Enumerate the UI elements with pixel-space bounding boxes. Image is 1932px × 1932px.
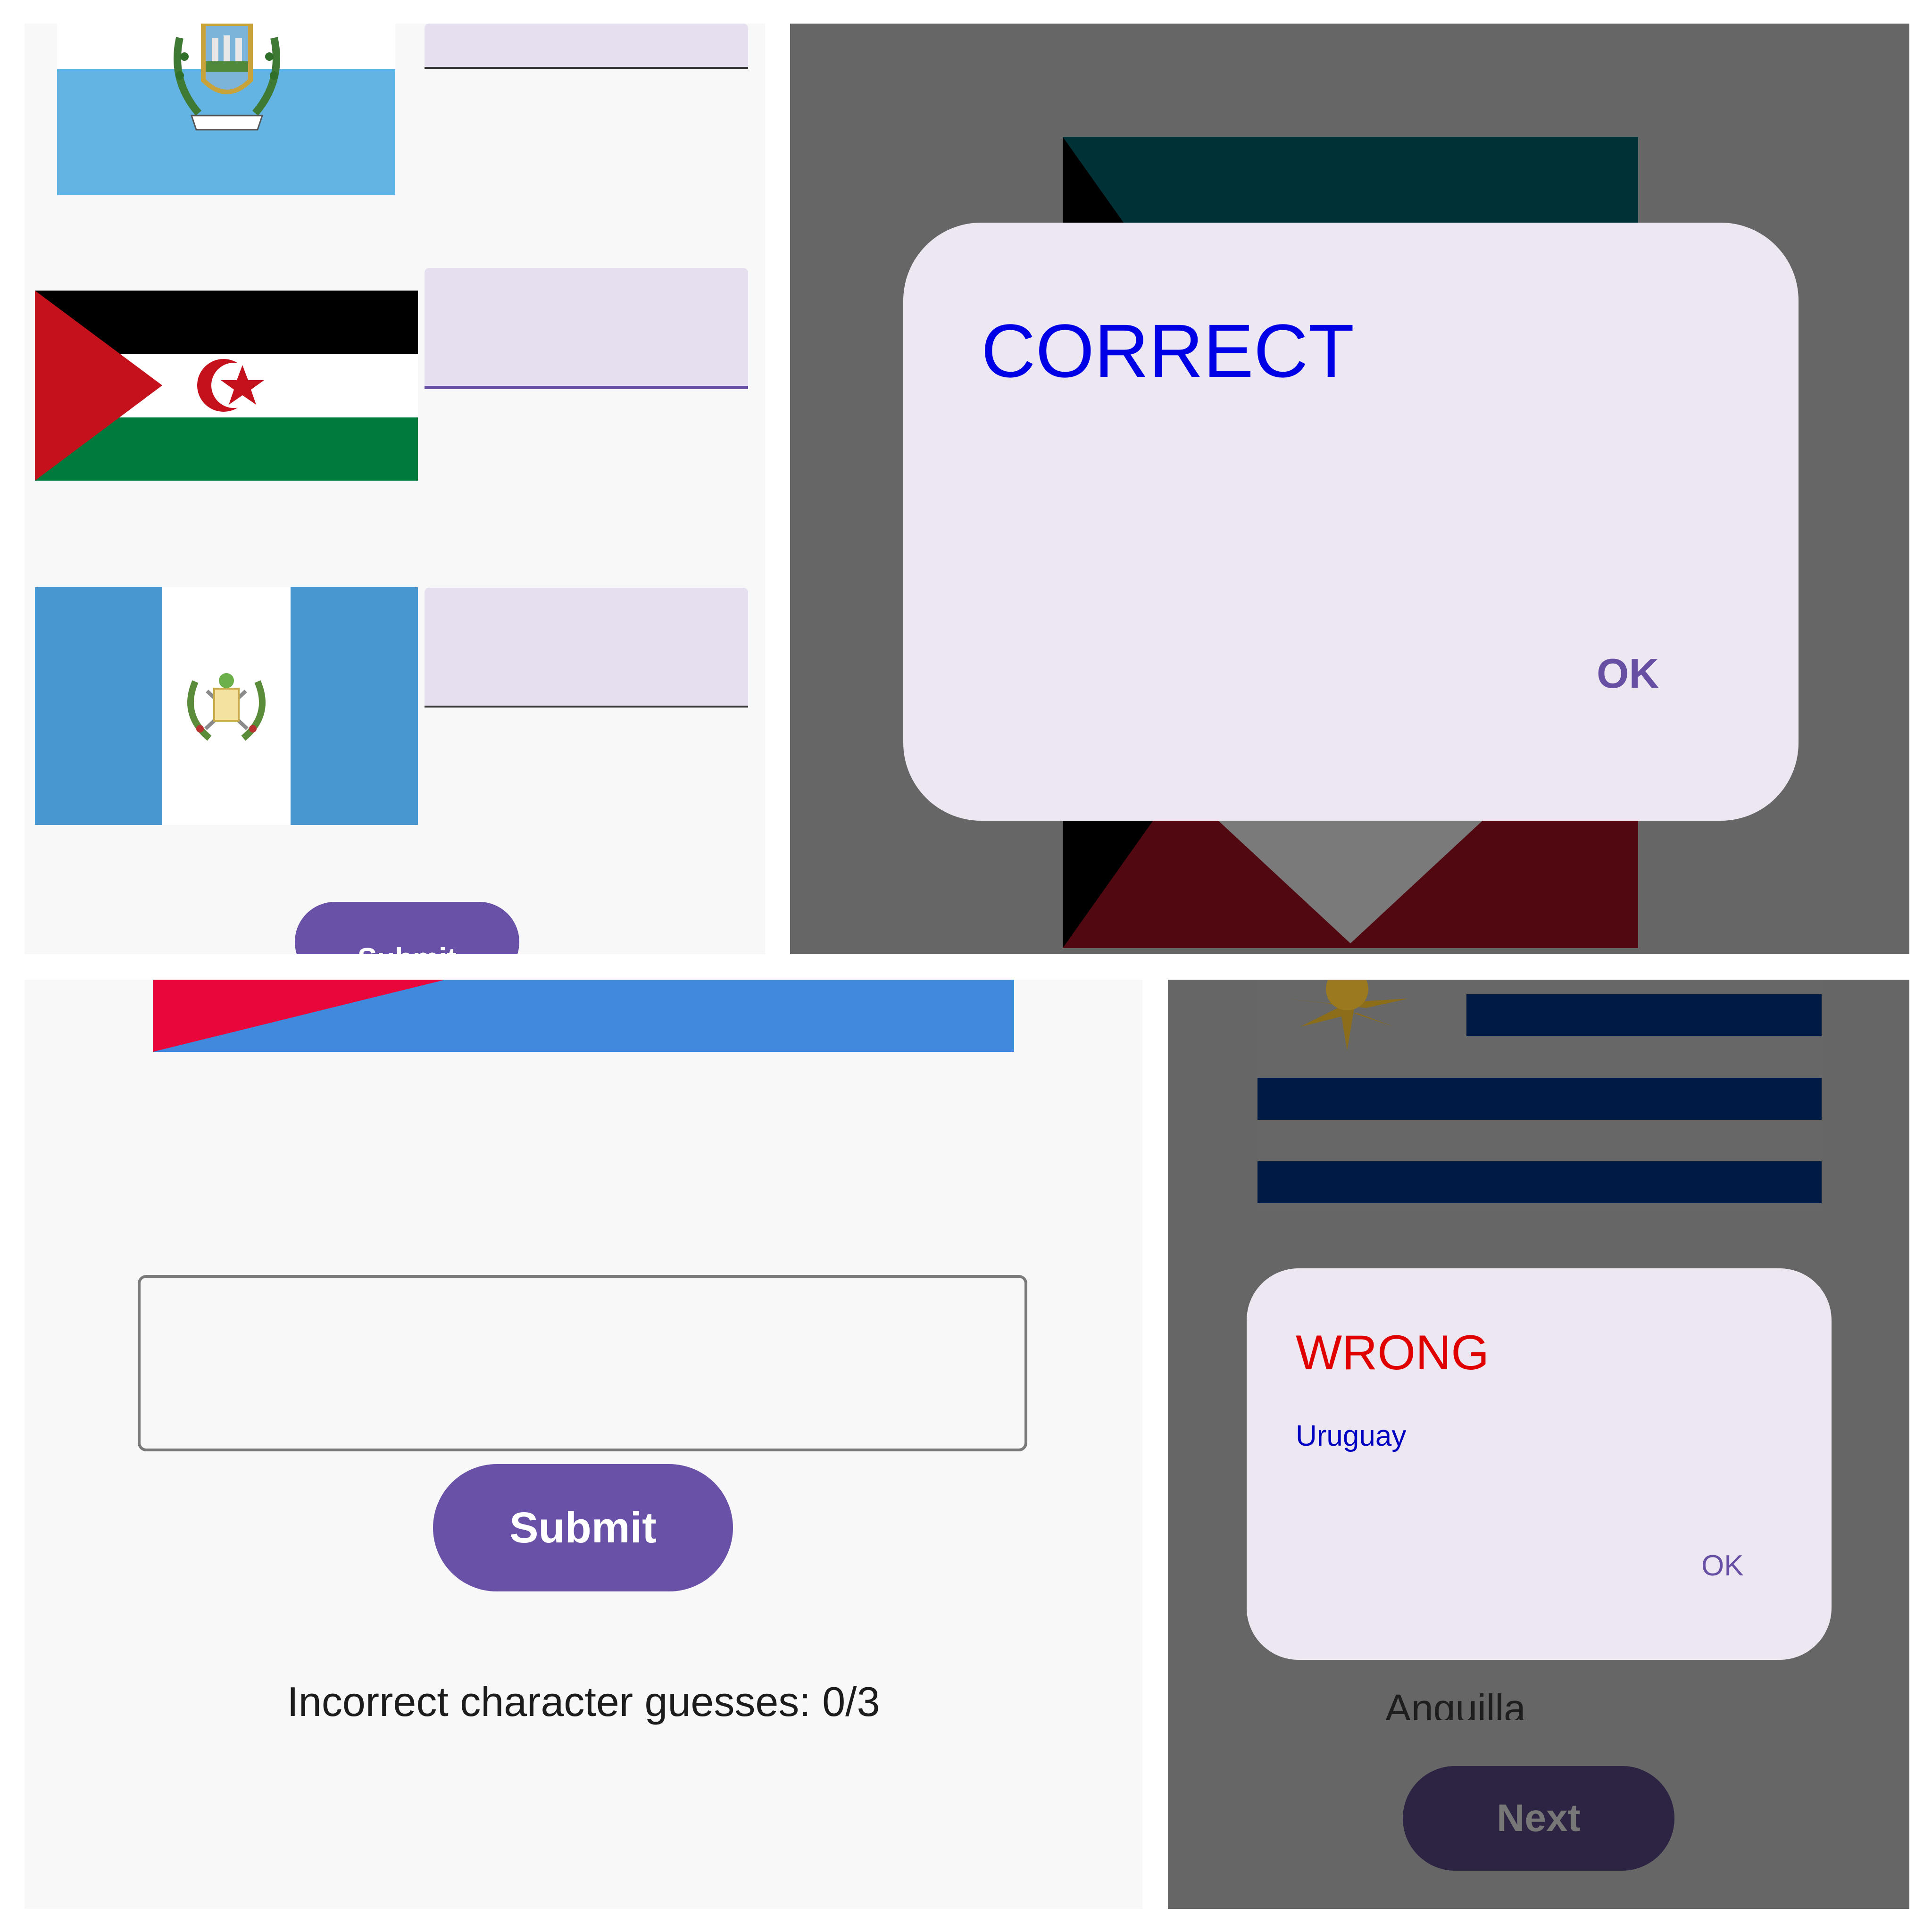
guatemala-flag-icon — [35, 587, 418, 825]
submit-button[interactable]: Submit — [433, 1464, 733, 1591]
next-button[interactable]: Next — [1403, 1766, 1674, 1871]
country-option-label: Anguilla — [1385, 1686, 1526, 1720]
wrong-dialog-panel: Anguilla Next WRONG Uruguay OK — [1168, 980, 1909, 1909]
incorrect-guesses-counter: Incorrect character guesses: 0/3 — [287, 1678, 880, 1725]
country-answer-input-1[interactable] — [425, 24, 748, 69]
ok-button[interactable]: OK — [1597, 650, 1659, 698]
dialog-title: CORRECT — [981, 308, 1355, 393]
uruguay-flag-icon — [1257, 980, 1822, 1211]
wrong-dialog: WRONG Uruguay OK — [1247, 1268, 1832, 1660]
correct-dialog: CORRECT OK — [903, 223, 1799, 821]
submit-button[interactable]: Submit — [295, 902, 519, 954]
ok-button[interactable]: OK — [1701, 1549, 1744, 1582]
correct-dialog-panel: CORRECT OK — [790, 24, 1909, 954]
flag-quiz-list-panel: Submit — [25, 24, 765, 954]
philippines-flag-icon — [153, 980, 1014, 1052]
western-sahara-flag-icon — [35, 291, 418, 481]
character-guess-input[interactable] — [138, 1275, 1027, 1451]
correct-answer-text: Uruguay — [1296, 1420, 1407, 1452]
country-answer-input-2[interactable] — [425, 268, 748, 389]
hangman-panel: _ _ _ _ _ _ _ Submit Incorrect character… — [25, 980, 1142, 1909]
country-answer-input-3[interactable] — [425, 588, 748, 708]
san-marino-flag-icon — [57, 24, 395, 195]
dialog-title: WRONG — [1296, 1325, 1490, 1380]
